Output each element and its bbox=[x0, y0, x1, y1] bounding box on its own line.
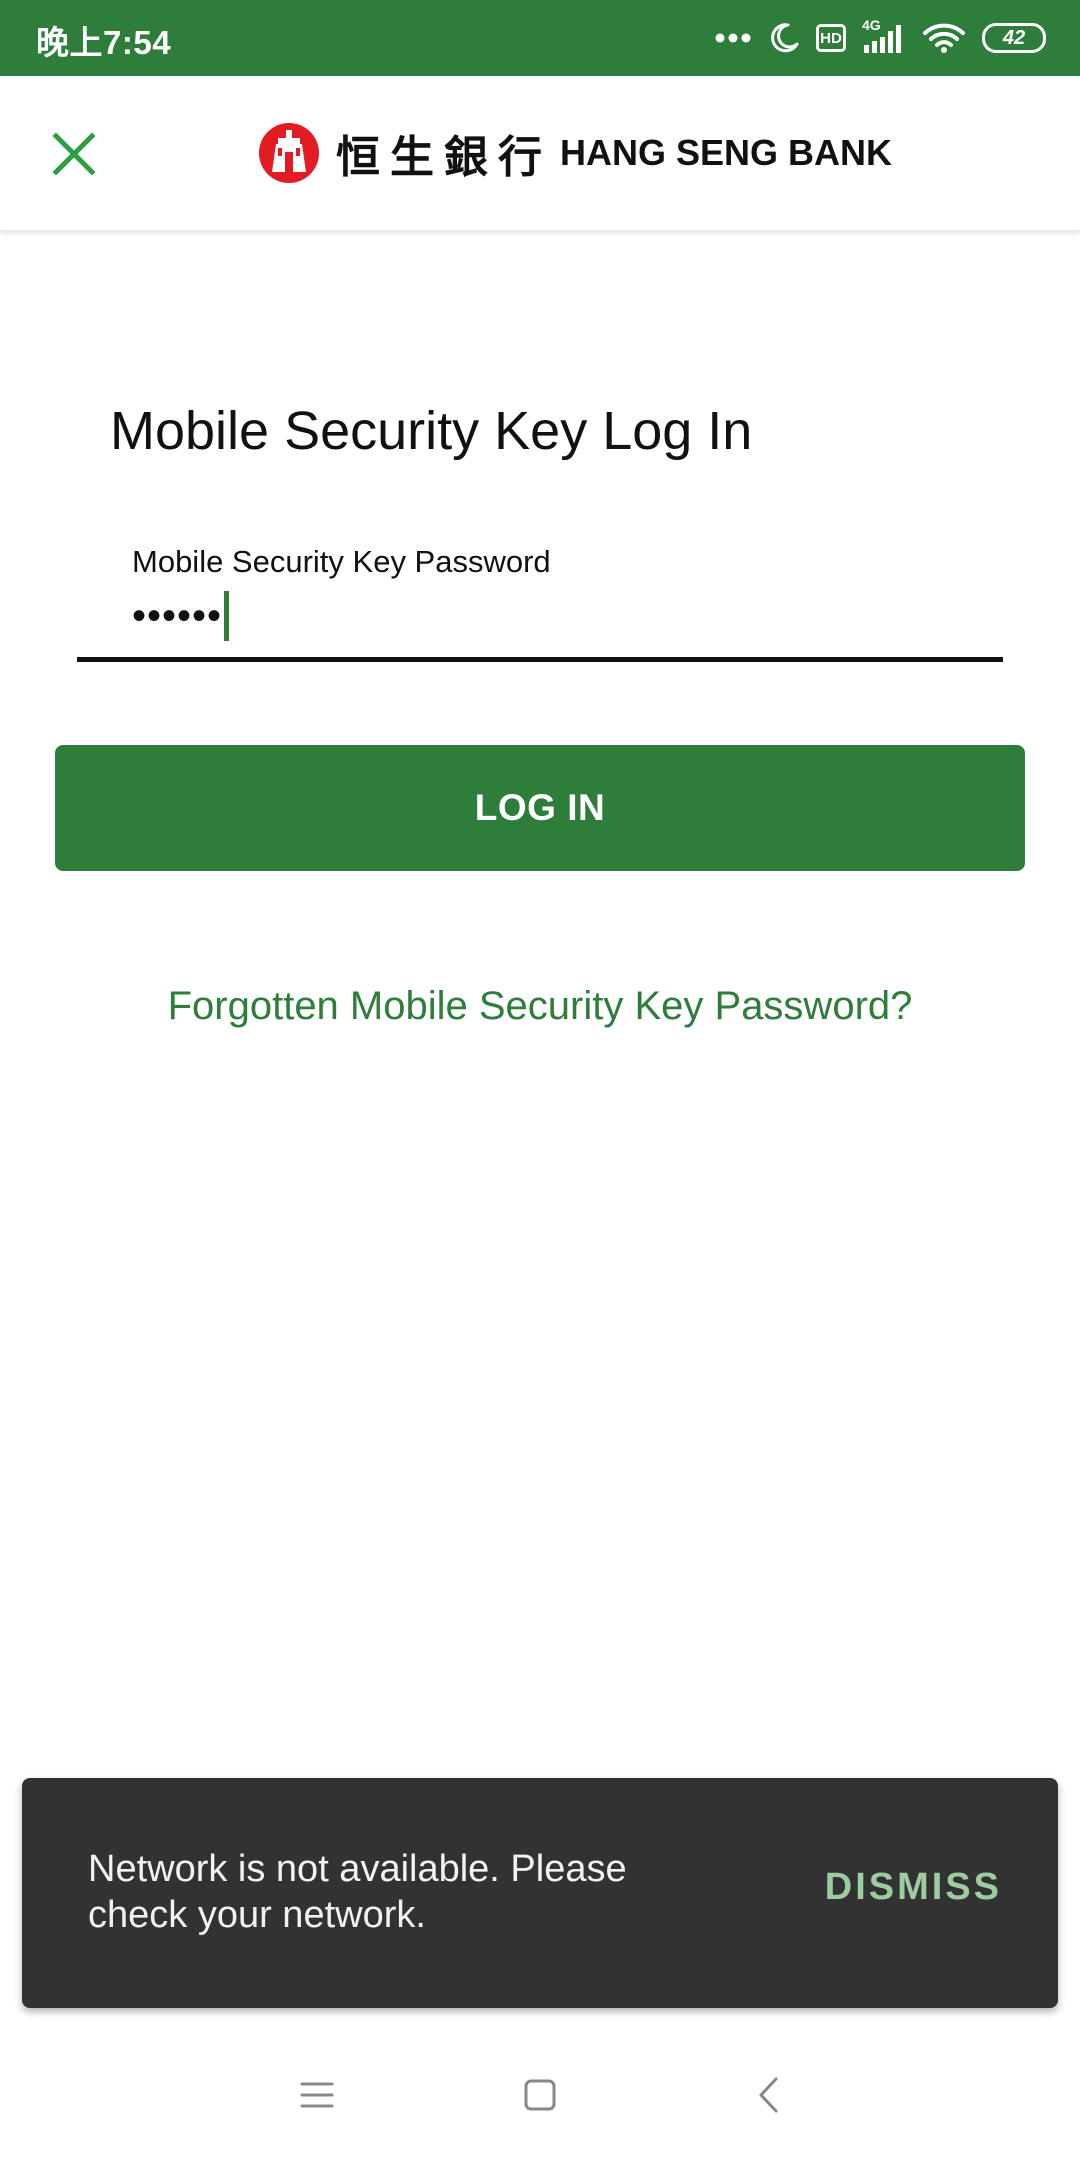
close-button[interactable] bbox=[36, 116, 112, 192]
text-cursor bbox=[224, 591, 230, 641]
logo-chinese-text: 恒生銀行 bbox=[336, 132, 552, 183]
page-title: Mobile Security Key Log In bbox=[110, 401, 753, 461]
cellular-signal-icon: 4G bbox=[862, 17, 906, 55]
network-error-snackbar: Network is not available. Please check y… bbox=[22, 1778, 1058, 2008]
status-time: 晚上7:54 bbox=[36, 24, 172, 61]
wifi-icon bbox=[923, 23, 965, 53]
system-nav-bar bbox=[0, 2030, 1080, 2160]
battery-level: 42 bbox=[1002, 26, 1026, 49]
close-icon bbox=[52, 132, 96, 176]
battery-indicator: 42 bbox=[982, 23, 1046, 53]
home-icon bbox=[524, 2079, 556, 2111]
password-label: Mobile Security Key Password bbox=[132, 544, 551, 579]
app-bar: 恒生銀行 HANG SENG BANK bbox=[0, 76, 1080, 230]
nav-back-button[interactable] bbox=[738, 2065, 798, 2125]
back-icon bbox=[759, 2077, 778, 2113]
snackbar-message: Network is not available. Please check y… bbox=[88, 1848, 627, 1936]
nav-home-button[interactable] bbox=[510, 2065, 570, 2125]
dismiss-button[interactable]: DISMISS bbox=[825, 1866, 1002, 1909]
login-button[interactable]: LOG IN bbox=[55, 745, 1025, 871]
status-icons: HD 4G 42 bbox=[714, 14, 1046, 62]
field-underline bbox=[77, 657, 1003, 662]
bank-logo: 恒生銀行 HANG SENG BANK bbox=[258, 120, 892, 186]
moon-icon bbox=[771, 23, 799, 53]
nav-menu-button[interactable] bbox=[287, 2065, 347, 2125]
hang-seng-logo-icon bbox=[259, 123, 319, 183]
logo-english-text: HANG SENG BANK bbox=[560, 132, 893, 173]
hd-icon: HD bbox=[816, 24, 846, 52]
menu-icon bbox=[300, 2082, 334, 2108]
more-dots-icon bbox=[715, 33, 751, 43]
password-input[interactable]: •••••• bbox=[132, 588, 230, 644]
status-bar: 晚上7:54 HD 4G 42 bbox=[0, 0, 1080, 76]
password-field[interactable]: Mobile Security Key Password •••••• bbox=[77, 540, 1003, 662]
password-value: •••••• bbox=[132, 593, 223, 638]
hd-label: HD bbox=[820, 29, 842, 47]
forgot-password-link[interactable]: Forgotten Mobile Security Key Password? bbox=[0, 984, 1080, 1029]
